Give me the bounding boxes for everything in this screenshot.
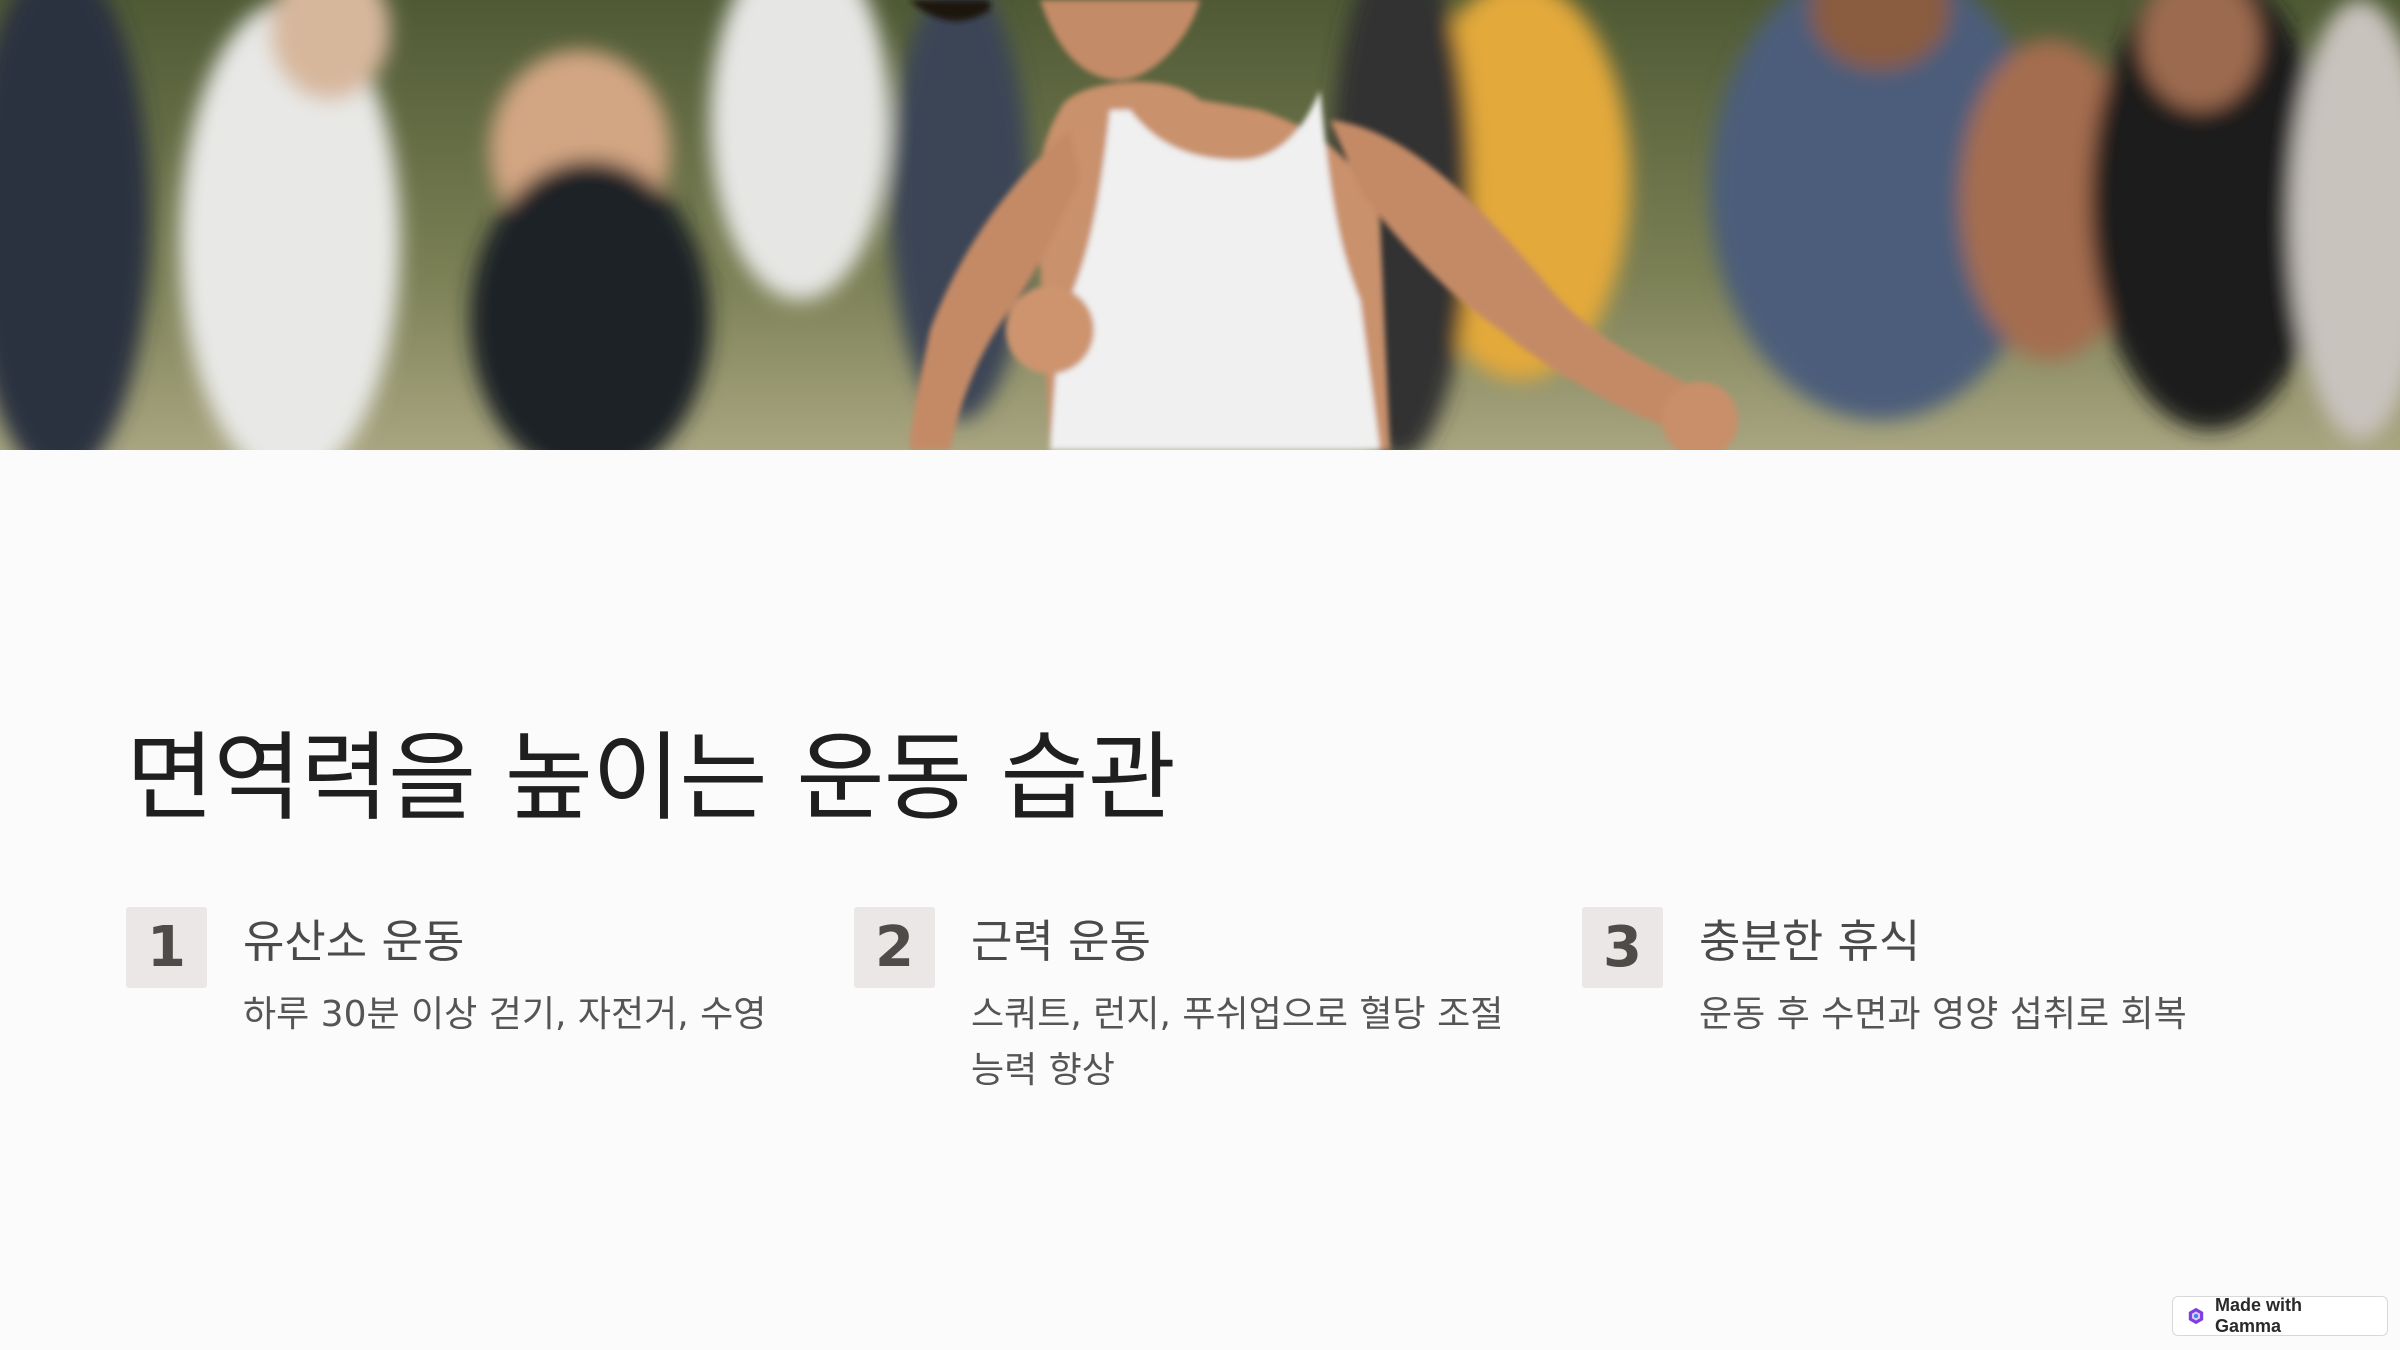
hero-photo (0, 0, 2400, 450)
habit-description: 하루 30분 이상 걷기, 자전거, 수영 (243, 994, 767, 1035)
habit-description: 스쿼트, 런지, 푸쉬업으로 혈당 조절 능력 향상 (971, 994, 1504, 1091)
gamma-logo-icon (2188, 1307, 2204, 1325)
habit-title: 근력 운동 (971, 915, 1151, 968)
hero-image (0, 0, 2400, 450)
made-with-gamma-badge[interactable]: Made with Gamma (2172, 1295, 2388, 1336)
habit-title: 충분한 휴식 (1699, 915, 1921, 968)
habit-description: 운동 후 수면과 영양 섭취로 회복 (1699, 994, 2187, 1035)
step-number: 3 (1582, 907, 1663, 988)
page-title: 면역력을 높이는 운동 습관 (126, 722, 1176, 834)
habit-title: 유산소 운동 (243, 915, 465, 968)
step-number: 2 (854, 907, 935, 988)
step-number: 1 (126, 907, 207, 988)
badge-label: Made with Gamma (2215, 1295, 2303, 1336)
